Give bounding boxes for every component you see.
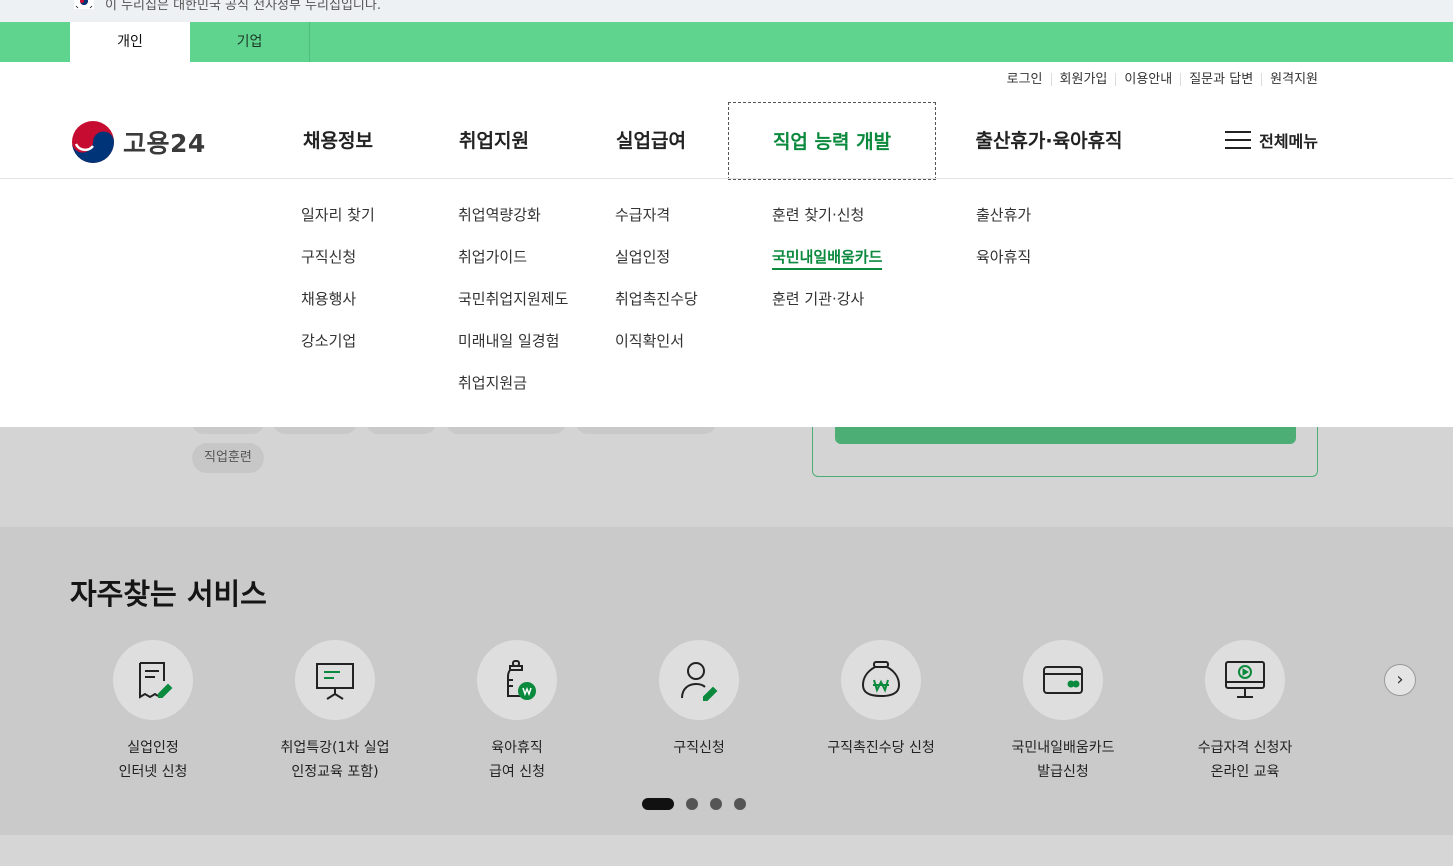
gnb-employment-support[interactable]: 취업지원 xyxy=(444,102,544,180)
bg-chip-job-training[interactable]: 직업훈련 xyxy=(192,443,264,473)
submenu-item[interactable]: 구직신청 xyxy=(301,247,375,289)
service-label-line2: 급여 신청 xyxy=(489,764,545,780)
service-label-line1: 국민내일배움카드 xyxy=(1011,740,1115,756)
service-item[interactable]: 실업인정인터넷 신청 xyxy=(62,640,244,784)
gov-banner: 이 누리집은 대한민국 공식 전자정부 누리집입니다. xyxy=(0,0,1453,22)
service-item[interactable]: 국민내일배움카드발급신청 xyxy=(972,640,1154,784)
card-icon xyxy=(1043,666,1083,694)
all-menu-button[interactable]: 전체메뉴 xyxy=(1225,128,1318,152)
chevron-right-icon: › xyxy=(1396,669,1404,690)
guide-link[interactable]: 이용안내 xyxy=(1115,73,1180,86)
gnb-vocational-training[interactable]: 직업 능력 개발 xyxy=(728,102,936,180)
service-item[interactable]: 취업특강(1차 실업인정교육 포함) xyxy=(244,640,426,784)
bg-login-box xyxy=(812,420,1318,477)
submenu-maternity-parental-leave: 출산휴가 육아휴직 xyxy=(976,205,1031,289)
bottom-strip xyxy=(0,835,1453,866)
monitor-play-icon xyxy=(1225,661,1265,698)
baby-bottle-won-icon xyxy=(507,660,536,700)
service-label-line2: 온라인 교육 xyxy=(1210,764,1280,780)
submenu-item[interactable]: 출산휴가 xyxy=(976,205,1031,247)
submenu-item[interactable]: 미래내일 일경험 xyxy=(458,331,568,373)
signup-link[interactable]: 회원가입 xyxy=(1050,73,1116,86)
taegeuk-emblem-icon xyxy=(72,121,114,163)
submenu-item[interactable]: 훈련 기관·강사 xyxy=(772,289,882,331)
section-title: 자주찾는 서비스 xyxy=(70,577,267,611)
submenu-unemployment-benefit: 수급자격 실업인정 취업촉진수당 이직확인서 xyxy=(615,205,698,373)
service-label-line1: 구직신청 xyxy=(673,740,725,756)
submenu-employment-support: 취업역량강화 취업가이드 국민취업지원제도 미래내일 일경험 취업지원금 xyxy=(458,205,568,415)
money-bag-won-icon xyxy=(861,661,901,698)
presentation-board-icon xyxy=(316,663,354,700)
submenu-item[interactable]: 육아휴직 xyxy=(976,247,1031,289)
pagination-dot-4[interactable] xyxy=(734,798,746,810)
pagination-dot-3[interactable] xyxy=(710,798,722,810)
submenu-vocational-training: 훈련 찾기·신청 국민내일배움카드 훈련 기관·강사 xyxy=(772,205,883,331)
service-item[interactable]: 구직촉진수당 신청 xyxy=(790,640,972,760)
gnb-maternity-parental-leave[interactable]: 출산휴가·육아휴직 xyxy=(962,102,1136,180)
service-icon-circle xyxy=(1023,640,1103,720)
submenu-item[interactable]: 취업가이드 xyxy=(458,247,568,289)
service-icon-circle xyxy=(477,640,557,720)
tab-business[interactable]: 기업 xyxy=(190,22,310,62)
submenu-item[interactable]: 취업역량강화 xyxy=(458,205,568,247)
service-label-line2: 인터넷 신청 xyxy=(118,764,188,780)
service-label-line1: 수급자격 신청자 xyxy=(1197,740,1293,756)
submenu-item[interactable]: 일자리 찾기 xyxy=(301,205,375,247)
service-label-line1: 육아휴직 xyxy=(491,740,543,756)
logo-text: 고용24 xyxy=(123,129,206,158)
korea-flag-icon xyxy=(74,0,94,9)
service-item[interactable]: 구직신청 xyxy=(608,640,790,760)
service-icon-circle xyxy=(659,640,739,720)
login-link[interactable]: 로그인 xyxy=(999,73,1051,86)
service-label-line1: 구직촉진수당 신청 xyxy=(827,740,935,756)
site-logo[interactable]: 고용24 xyxy=(71,120,206,164)
submenu-item[interactable]: 국민취업지원제도 xyxy=(458,289,568,331)
service-label-line2: 발급신청 xyxy=(1037,764,1089,780)
pagination-dot-1[interactable] xyxy=(642,798,674,810)
service-icon-circle xyxy=(113,640,193,720)
carousel-next-button[interactable]: › xyxy=(1384,664,1416,696)
service-label-line1: 취업특강(1차 실업 xyxy=(280,740,390,756)
site-header: 로그인 회원가입 이용안내 질문과 답변 원격지원 고용24 채용정보 취업지원… xyxy=(0,62,1453,427)
qna-link[interactable]: 질문과 답변 xyxy=(1180,73,1261,86)
tab-personal[interactable]: 개인 xyxy=(70,22,190,62)
remote-support-link[interactable]: 원격지원 xyxy=(1261,73,1318,86)
gov-banner-text: 이 누리집은 대한민국 공식 전자정부 누리집입니다. xyxy=(105,0,381,13)
submenu-item[interactable]: 취업촉진수당 xyxy=(615,289,698,331)
user-type-bar: 개인 기업 xyxy=(0,22,1453,62)
submenu-item-label: 국민내일배움카드 xyxy=(772,248,883,270)
service-label-line2: 인정교육 포함) xyxy=(291,764,379,780)
person-pen-icon xyxy=(681,662,718,701)
submenu-recruitment: 일자리 찾기 구직신청 채용행사 강소기업 xyxy=(301,205,375,373)
submenu-item[interactable]: 채용행사 xyxy=(301,289,375,331)
all-menu-label: 전체메뉴 xyxy=(1259,132,1318,151)
service-label-line1: 실업인정 xyxy=(127,740,179,756)
submenu-item[interactable]: 취업지원금 xyxy=(458,373,568,415)
submenu-item-current[interactable]: 국민내일배움카드 xyxy=(772,247,883,289)
service-icon-circle xyxy=(1205,640,1285,720)
service-icon-circle xyxy=(295,640,375,720)
utility-links: 로그인 회원가입 이용안내 질문과 답변 원격지원 xyxy=(999,73,1318,86)
submenu-item[interactable]: 수급자격 xyxy=(615,205,698,247)
service-item[interactable]: 육아휴직급여 신청 xyxy=(426,640,608,784)
gnb-unemployment-benefit[interactable]: 실업급여 xyxy=(601,102,701,180)
pagination-dot-2[interactable] xyxy=(686,798,698,810)
document-pen-icon xyxy=(139,662,173,699)
service-item[interactable]: 수급자격 신청자온라인 교육 xyxy=(1154,640,1336,784)
header-divider xyxy=(0,178,1453,179)
gnb-recruitment[interactable]: 채용정보 xyxy=(288,102,388,180)
service-icon-circle xyxy=(841,640,921,720)
carousel-pagination xyxy=(642,798,758,810)
submenu-item[interactable]: 이직확인서 xyxy=(615,331,698,373)
submenu-item[interactable]: 강소기업 xyxy=(301,331,375,373)
hamburger-icon xyxy=(1225,130,1252,150)
submenu-item[interactable]: 실업인정 xyxy=(615,247,698,289)
frequent-services-section: 자주찾는 서비스 실업인정인터넷 신청 취업특강(1차 실업인정교육 포함) xyxy=(0,527,1453,835)
submenu-item[interactable]: 훈련 찾기·신청 xyxy=(772,205,882,247)
